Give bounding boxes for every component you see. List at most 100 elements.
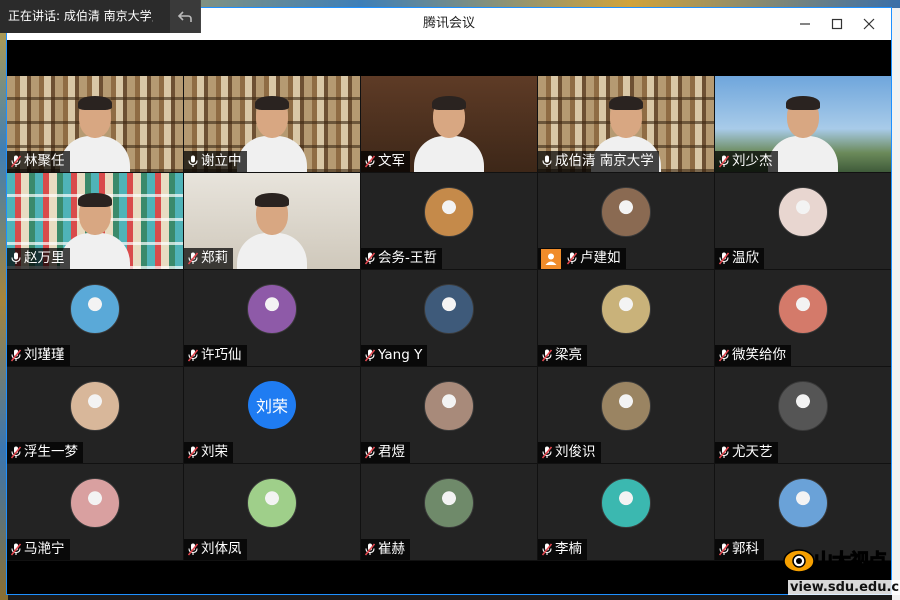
participant-name: 赵万里 xyxy=(24,250,65,266)
participant-tile[interactable]: 刘少杰 xyxy=(715,76,891,172)
participant-name: 会务-王哲 xyxy=(378,250,437,266)
mic-muted-icon xyxy=(718,252,730,266)
participant-video xyxy=(237,94,307,172)
avatar: 刘荣 xyxy=(248,381,296,429)
participant-tile[interactable]: 刘体凤 xyxy=(184,464,360,560)
mic-muted-icon xyxy=(718,155,730,169)
participant-tile[interactable]: 梁亮 xyxy=(538,270,714,366)
speaking-text: 正在讲话: 成伯清 南京大学; xyxy=(8,9,153,23)
participant-tile[interactable]: Yang Y xyxy=(361,270,537,366)
participant-tile[interactable]: 许巧仙 xyxy=(184,270,360,366)
participant-tile[interactable]: 刘瑾瑾 xyxy=(7,270,183,366)
participant-name: 君煜 xyxy=(378,444,405,460)
participant-video xyxy=(768,94,838,172)
avatar xyxy=(601,284,651,334)
mic-icon xyxy=(541,155,553,169)
host-badge-icon xyxy=(541,248,561,269)
name-tag: 许巧仙 xyxy=(184,345,247,366)
participant-tile[interactable]: 崔赫 xyxy=(361,464,537,560)
participant-name: 微笑给你 xyxy=(732,347,786,363)
avatar xyxy=(424,187,474,237)
participant-tile[interactable]: 尤天艺 xyxy=(715,367,891,463)
participant-tile[interactable]: 成伯清 南京大学 xyxy=(538,76,714,172)
mic-icon xyxy=(10,252,22,266)
participant-tile[interactable]: 郑莉 xyxy=(184,173,360,269)
participant-name: 刘少杰 xyxy=(732,153,773,169)
avatar xyxy=(247,478,297,528)
close-icon xyxy=(863,18,875,30)
participant-video xyxy=(414,94,484,172)
window-controls xyxy=(789,8,885,40)
participant-video xyxy=(60,94,130,172)
mic-muted-icon xyxy=(566,252,578,266)
participant-tile[interactable]: 林聚任 xyxy=(7,76,183,172)
mic-muted-icon xyxy=(718,446,730,460)
watermark: 山大视点 view.sdu.edu.cn xyxy=(780,540,900,600)
participant-tile[interactable]: 温欣 xyxy=(715,173,891,269)
name-tag: 刘少杰 xyxy=(715,151,778,172)
participant-tile[interactable]: 浮生一梦 xyxy=(7,367,183,463)
back-button[interactable] xyxy=(170,0,200,33)
avatar xyxy=(424,381,474,431)
name-tag: 崔赫 xyxy=(361,539,410,560)
mic-muted-icon xyxy=(187,252,199,266)
maximize-button[interactable] xyxy=(821,8,853,40)
participant-tile[interactable]: 会务-王哲 xyxy=(361,173,537,269)
name-tag: 刘瑾瑾 xyxy=(7,345,70,366)
participant-name: 浮生一梦 xyxy=(24,444,78,460)
participant-name: 李楠 xyxy=(555,541,582,557)
participant-name: 成伯清 南京大学 xyxy=(555,153,654,169)
mic-muted-icon xyxy=(718,543,730,557)
close-button[interactable] xyxy=(853,8,885,40)
back-arrow-icon xyxy=(177,10,192,22)
name-tag: 君煜 xyxy=(361,442,410,463)
avatar xyxy=(70,478,120,528)
name-tag: 卢建如 xyxy=(538,248,626,269)
participant-tile[interactable]: 卢建如 xyxy=(538,173,714,269)
participant-name: Yang Y xyxy=(378,347,423,363)
mic-icon xyxy=(187,155,199,169)
name-tag: 刘体凤 xyxy=(184,539,247,560)
mic-muted-icon xyxy=(10,446,22,460)
mic-muted-icon xyxy=(10,349,22,363)
participant-tile[interactable]: 李楠 xyxy=(538,464,714,560)
participant-tile[interactable]: 赵万里 xyxy=(7,173,183,269)
avatar xyxy=(424,284,474,334)
participant-name: 温欣 xyxy=(732,250,759,266)
participant-name: 刘俊识 xyxy=(555,444,596,460)
name-tag: 会务-王哲 xyxy=(361,248,442,269)
name-tag: 郑莉 xyxy=(184,248,233,269)
participant-name: 刘荣 xyxy=(201,444,228,460)
name-tag: 李楠 xyxy=(538,539,587,560)
name-tag: 文军 xyxy=(361,151,410,172)
name-tag: Yang Y xyxy=(361,345,428,366)
watermark-name: 山大视点 xyxy=(813,550,887,573)
participant-tile[interactable]: 马滟宁 xyxy=(7,464,183,560)
name-tag: 微笑给你 xyxy=(715,345,791,366)
participant-name: 卢建如 xyxy=(580,250,621,266)
mic-muted-icon xyxy=(10,543,22,557)
watermark-url: view.sdu.edu.cn xyxy=(788,580,900,595)
name-tag: 赵万里 xyxy=(7,248,70,269)
participant-tile[interactable]: 刘俊识 xyxy=(538,367,714,463)
participant-tile[interactable]: 君煜 xyxy=(361,367,537,463)
name-tag: 郭科 xyxy=(715,539,764,560)
participant-tile[interactable]: 谢立中 xyxy=(184,76,360,172)
participant-video xyxy=(60,191,130,269)
participant-tile[interactable]: 文军 xyxy=(361,76,537,172)
mic-muted-icon xyxy=(718,349,730,363)
name-tag: 刘俊识 xyxy=(538,442,601,463)
participant-tile[interactable]: 刘荣 刘荣 xyxy=(184,367,360,463)
participant-tile[interactable]: 微笑给你 xyxy=(715,270,891,366)
avatar xyxy=(601,478,651,528)
minimize-icon xyxy=(800,23,810,25)
avatar xyxy=(424,478,474,528)
name-tag: 谢立中 xyxy=(184,151,247,172)
mic-muted-icon xyxy=(187,446,199,460)
avatar xyxy=(601,187,651,237)
minimize-button[interactable] xyxy=(789,8,821,40)
participant-name: 尤天艺 xyxy=(732,444,773,460)
speaking-indicator: 正在讲话: 成伯清 南京大学; xyxy=(0,0,201,33)
avatar xyxy=(601,381,651,431)
avatar xyxy=(778,381,828,431)
